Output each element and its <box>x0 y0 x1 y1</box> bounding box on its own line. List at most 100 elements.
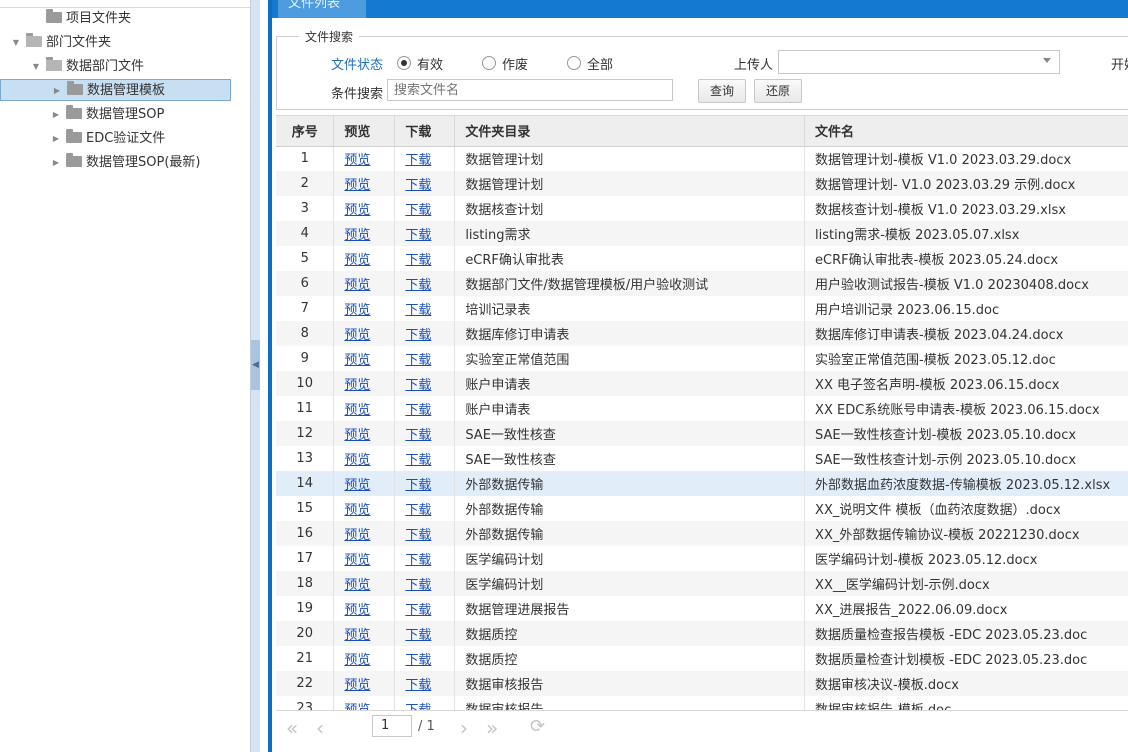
download-link[interactable]: 下载 <box>405 278 431 293</box>
reset-button[interactable]: 还原 <box>754 79 802 103</box>
preview-link[interactable]: 预览 <box>344 353 370 368</box>
table-row[interactable]: 16 预览 下载 外部数据传输 XX_外部数据传输协议-模板 20221230.docx <box>276 521 1128 546</box>
expand-down-icon[interactable]: ▼ <box>10 32 22 54</box>
table-row[interactable]: 8 预览 下载 数据库修订申请表 数据库修订申请表-模板 2023.04.24.docx <box>276 321 1128 346</box>
expand-right-icon[interactable]: ▶ <box>50 104 62 126</box>
table-row[interactable]: 5 预览 下载 eCRF确认审批表 eCRF确认审批表-模板 2023.05.24.do… <box>276 246 1128 271</box>
table-row[interactable]: 21 预览 下载 数据质控 数据质量检查计划模板 -EDC 2023.05.23.doc <box>276 646 1128 671</box>
preview-link[interactable]: 预览 <box>344 253 370 268</box>
preview-link[interactable]: 预览 <box>344 153 370 168</box>
table-row[interactable]: 4 预览 下载 listing需求 listing需求-模板 2023.05.07.xl… <box>276 221 1128 246</box>
table-row[interactable]: 3 预览 下载 数据核查计划 数据核查计划-模板 V1.0 2023.03.29.xls… <box>276 196 1128 221</box>
download-link[interactable]: 下载 <box>405 603 431 618</box>
next-page-icon[interactable]: › <box>460 716 468 740</box>
tree-item[interactable]: ▼ 数据部门文件 <box>30 56 144 78</box>
tab-file-list[interactable]: 文件列表 <box>278 0 366 18</box>
download-link[interactable]: 下载 <box>405 303 431 318</box>
table-row[interactable]: 1 预览 下载 数据管理计划 数据管理计划-模板 V1.0 2023.03.29.doc… <box>276 146 1128 171</box>
preview-link[interactable]: 预览 <box>344 503 370 518</box>
radio-valid-label[interactable]: 有效 <box>417 54 443 73</box>
table-row[interactable]: 17 预览 下载 医学编码计划 医学编码计划-模板 2023.05.12.docx <box>276 546 1128 571</box>
table-row[interactable]: 13 预览 下载 SAE一致性核查 SAE一致性核查计划-示例 2023.05.10.d… <box>276 446 1128 471</box>
preview-link[interactable]: 预览 <box>344 653 370 668</box>
table-row[interactable]: 19 预览 下载 数据管理进展报告 XX_进展报告_2022.06.09.docx <box>276 596 1128 621</box>
preview-link[interactable]: 预览 <box>344 678 370 693</box>
preview-link[interactable]: 预览 <box>344 453 370 468</box>
download-link[interactable]: 下载 <box>405 328 431 343</box>
download-link[interactable]: 下载 <box>405 653 431 668</box>
preview-link[interactable]: 预览 <box>344 553 370 568</box>
expand-down-icon[interactable]: ▼ <box>30 56 42 78</box>
download-link[interactable]: 下载 <box>405 378 431 393</box>
first-page-icon[interactable]: « <box>286 716 298 740</box>
prev-page-icon[interactable]: ‹ <box>316 716 324 740</box>
preview-link[interactable]: 预览 <box>344 428 370 443</box>
download-link[interactable]: 下载 <box>405 403 431 418</box>
table-row[interactable]: 2 预览 下载 数据管理计划 数据管理计划- V1.0 2023.03.29 示例.do… <box>276 171 1128 196</box>
preview-link[interactable]: 预览 <box>344 528 370 543</box>
preview-link[interactable]: 预览 <box>344 328 370 343</box>
table-row[interactable]: 14 预览 下载 外部数据传输 外部数据血药浓度数据-传输模板 2023.05.12.x… <box>276 471 1128 496</box>
tree-item[interactable]: ▶ 数据管理SOP(最新) <box>50 152 200 174</box>
preview-link[interactable]: 预览 <box>344 578 370 593</box>
radio-all-label[interactable]: 全部 <box>587 54 613 73</box>
table-row[interactable]: 23 预览 下载 数据审核报告 数据审核报告-模板.doc <box>276 696 1128 711</box>
preview-link[interactable]: 预览 <box>344 303 370 318</box>
download-link[interactable]: 下载 <box>405 578 431 593</box>
download-link[interactable]: 下载 <box>405 178 431 193</box>
tree-item[interactable]: ▼ 部门文件夹 <box>10 32 111 54</box>
table-row[interactable]: 10 预览 下载 账户申请表 XX 电子签名声明-模板 2023.06.15.docx <box>276 371 1128 396</box>
tree-item[interactable]: 项目文件夹 <box>30 8 131 30</box>
table-row[interactable]: 18 预览 下载 医学编码计划 XX__医学编码计划-示例.docx <box>276 571 1128 596</box>
expand-right-icon[interactable]: ▶ <box>51 80 63 102</box>
preview-link[interactable]: 预览 <box>344 628 370 643</box>
query-button[interactable]: 查询 <box>698 79 746 103</box>
last-page-icon[interactable]: » <box>486 716 498 740</box>
col-header-index[interactable]: 序号 <box>276 116 335 147</box>
table-row[interactable]: 11 预览 下载 账户申请表 XX EDC系统账号申请表-模板 2023.06.15.d… <box>276 396 1128 421</box>
download-link[interactable]: 下载 <box>405 353 431 368</box>
download-link[interactable]: 下载 <box>405 678 431 693</box>
download-link[interactable]: 下载 <box>405 228 431 243</box>
table-row[interactable]: 15 预览 下载 外部数据传输 XX_说明文件 模板（血药浓度数据）.docx <box>276 496 1128 521</box>
radio-valid[interactable] <box>397 56 411 70</box>
preview-link[interactable]: 预览 <box>344 278 370 293</box>
download-link[interactable]: 下载 <box>405 503 431 518</box>
table-row[interactable]: 9 预览 下载 实验室正常值范围 实验室正常值范围-模板 2023.05.12.doc <box>276 346 1128 371</box>
preview-link[interactable]: 预览 <box>344 403 370 418</box>
col-header-filename[interactable]: 文件名 <box>804 116 1128 147</box>
preview-link[interactable]: 预览 <box>344 228 370 243</box>
preview-link[interactable]: 预览 <box>344 603 370 618</box>
expand-right-icon[interactable]: ▶ <box>50 128 62 150</box>
download-link[interactable]: 下载 <box>405 478 431 493</box>
radio-all[interactable] <box>567 56 581 70</box>
collapse-arrow-icon[interactable]: ◀ <box>251 340 260 390</box>
tree-item[interactable]: ▶ EDC验证文件 <box>50 128 165 150</box>
uploader-select[interactable] <box>778 50 1060 74</box>
tree-item[interactable]: ▶ 数据管理模板 <box>0 79 231 101</box>
download-link[interactable]: 下载 <box>405 553 431 568</box>
table-row[interactable]: 7 预览 下载 培训记录表 用户培训记录 2023.06.15.doc <box>276 296 1128 321</box>
table-row[interactable]: 6 预览 下载 数据部门文件/数据管理模板/用户验收测试 用户验收测试报告-模板 V1.… <box>276 271 1128 296</box>
download-link[interactable]: 下载 <box>405 453 431 468</box>
refresh-icon[interactable]: ⟳ <box>530 716 545 737</box>
download-link[interactable]: 下载 <box>405 153 431 168</box>
col-header-folder[interactable]: 文件夹目录 <box>454 116 806 147</box>
page-number-input[interactable]: 1 <box>372 715 412 737</box>
expand-right-icon[interactable]: ▶ <box>50 152 62 174</box>
filename-search-input[interactable] <box>387 79 673 101</box>
col-header-preview[interactable]: 预览 <box>333 116 396 147</box>
preview-link[interactable]: 预览 <box>344 378 370 393</box>
radio-void-label[interactable]: 作废 <box>502 54 528 73</box>
preview-link[interactable]: 预览 <box>344 178 370 193</box>
table-row[interactable]: 22 预览 下载 数据审核报告 数据审核决议-模板.docx <box>276 671 1128 696</box>
download-link[interactable]: 下载 <box>405 203 431 218</box>
table-row[interactable]: 12 预览 下载 SAE一致性核查 SAE一致性核查计划-模板 2023.05.10.d… <box>276 421 1128 446</box>
radio-void[interactable] <box>482 56 496 70</box>
download-link[interactable]: 下载 <box>405 428 431 443</box>
preview-link[interactable]: 预览 <box>344 478 370 493</box>
download-link[interactable]: 下载 <box>405 253 431 268</box>
preview-link[interactable]: 预览 <box>344 203 370 218</box>
col-header-download[interactable]: 下载 <box>394 116 456 147</box>
download-link[interactable]: 下载 <box>405 628 431 643</box>
